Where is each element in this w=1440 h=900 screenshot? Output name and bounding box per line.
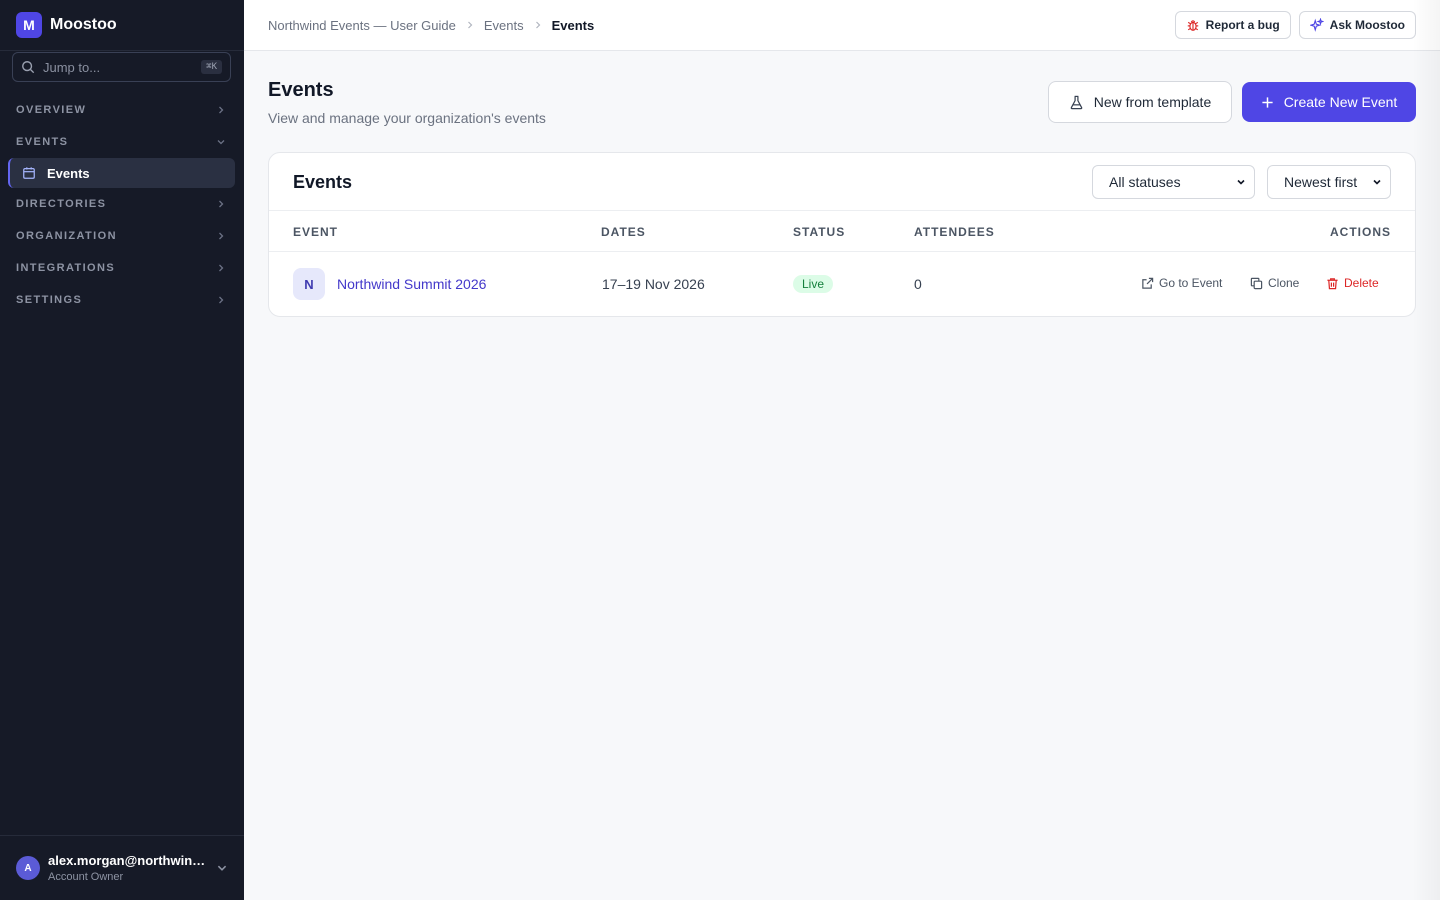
- status-filter-select[interactable]: All statuses: [1092, 165, 1255, 199]
- jump-to-search[interactable]: Jump to... ⌘K: [12, 52, 231, 82]
- user-email: alex.morgan@northwind...: [48, 853, 206, 868]
- trash-icon: [1327, 277, 1338, 289]
- topbar: Northwind Events — User Guide Events Eve…: [244, 0, 1440, 51]
- chevron-right-icon: [535, 21, 540, 29]
- breadcrumb-events[interactable]: Events: [484, 18, 524, 33]
- column-header-actions: ACTIONS: [1330, 225, 1391, 239]
- table-row: N Northwind Summit 2026 17–19 Nov 2026 L…: [269, 252, 1415, 316]
- chevron-right-icon: [219, 200, 224, 208]
- nav-section-settings[interactable]: SETTINGS: [0, 284, 244, 316]
- status-badge: Live: [793, 275, 834, 293]
- user-menu[interactable]: A alex.morgan@northwind... Account Owner: [0, 835, 244, 900]
- brand-name: Moostoo: [50, 16, 117, 33]
- breadcrumb-current: Events: [551, 17, 595, 33]
- nav-section-events[interactable]: EVENTS: [0, 126, 244, 158]
- bug-icon: [1187, 20, 1198, 31]
- chevron-down-icon: [217, 865, 227, 871]
- event-dates: 17–19 Nov 2026: [602, 276, 705, 292]
- table-header: EVENT DATES STATUS ATTENDEES ACTIONS: [269, 211, 1415, 252]
- shortcut-hint: ⌘K: [201, 60, 222, 74]
- chevron-right-icon: [219, 106, 224, 114]
- sidebar: M Moostoo Jump to... ⌘K OVERVIEW EVENTS …: [0, 0, 244, 900]
- chevron-right-icon: [219, 296, 224, 304]
- nav-section-directories[interactable]: DIRECTORIES: [0, 188, 244, 220]
- copy-icon: [1250, 277, 1263, 289]
- page-header: Events View and manage your organization…: [268, 51, 1416, 152]
- brand[interactable]: M Moostoo: [0, 0, 244, 51]
- event-avatar: N: [293, 268, 325, 300]
- card-header: Events All statuses Newest first: [269, 153, 1415, 211]
- delete-button[interactable]: Delete: [1326, 276, 1379, 290]
- breadcrumb: Northwind Events — User Guide Events Eve…: [268, 18, 1167, 33]
- chevron-down-icon: [1237, 179, 1245, 185]
- user-info: alex.morgan@northwind... Account Owner: [48, 853, 216, 883]
- chevron-down-icon: [1373, 179, 1381, 185]
- plus-icon: [1262, 96, 1273, 108]
- chevron-right-icon: [219, 264, 224, 272]
- search-icon: [22, 61, 35, 74]
- events-card: Events All statuses Newest first EVENT D…: [268, 152, 1416, 317]
- ask-moostoo-button[interactable]: Ask Moostoo: [1298, 11, 1416, 39]
- user-role: Account Owner: [48, 871, 124, 883]
- avatar: A: [16, 856, 40, 880]
- search-placeholder: Jump to...: [43, 59, 101, 75]
- new-from-template-button[interactable]: New from template: [1048, 81, 1232, 123]
- chevron-right-icon: [467, 21, 473, 29]
- card-title: Events: [293, 172, 353, 192]
- page-subtitle: View and manage your organization's even…: [268, 110, 546, 126]
- main-content: Events View and manage your organization…: [268, 51, 1416, 317]
- brand-logo: M: [16, 12, 42, 38]
- go-to-event-button[interactable]: Go to Event: [1141, 276, 1222, 290]
- column-header-attendees: ATTENDEES: [914, 225, 995, 239]
- chevron-down-icon: [217, 140, 225, 145]
- flask-icon: [1070, 95, 1083, 109]
- nav-section-integrations[interactable]: INTEGRATIONS: [0, 252, 244, 284]
- edge-shadow: [1412, 0, 1440, 900]
- clone-button[interactable]: Clone: [1250, 276, 1299, 290]
- event-attendees: 0: [914, 276, 922, 292]
- calendar-icon: [23, 167, 35, 179]
- nav-section-overview[interactable]: OVERVIEW: [0, 94, 244, 126]
- event-name-link[interactable]: Northwind Summit 2026: [337, 276, 486, 292]
- column-header-dates: DATES: [601, 225, 646, 239]
- chevron-right-icon: [219, 232, 224, 240]
- column-header-status: STATUS: [793, 225, 846, 239]
- sort-select[interactable]: Newest first: [1267, 165, 1391, 199]
- nav-section-organization[interactable]: ORGANIZATION: [0, 220, 244, 252]
- page-title: Events: [268, 79, 334, 101]
- sidebar-item-label: Events: [47, 165, 90, 181]
- external-link-icon: [1142, 277, 1154, 289]
- sidebar-nav: OVERVIEW EVENTS Events DIRECTORIES ORGAN…: [0, 94, 244, 316]
- sparkles-icon: [1309, 18, 1324, 32]
- breadcrumb-guide[interactable]: Northwind Events — User Guide: [268, 18, 456, 33]
- sidebar-item-events[interactable]: Events: [8, 158, 235, 188]
- column-header-event: EVENT: [293, 225, 339, 239]
- report-bug-button[interactable]: Report a bug: [1174, 11, 1291, 39]
- create-new-event-button[interactable]: Create New Event: [1242, 82, 1416, 122]
